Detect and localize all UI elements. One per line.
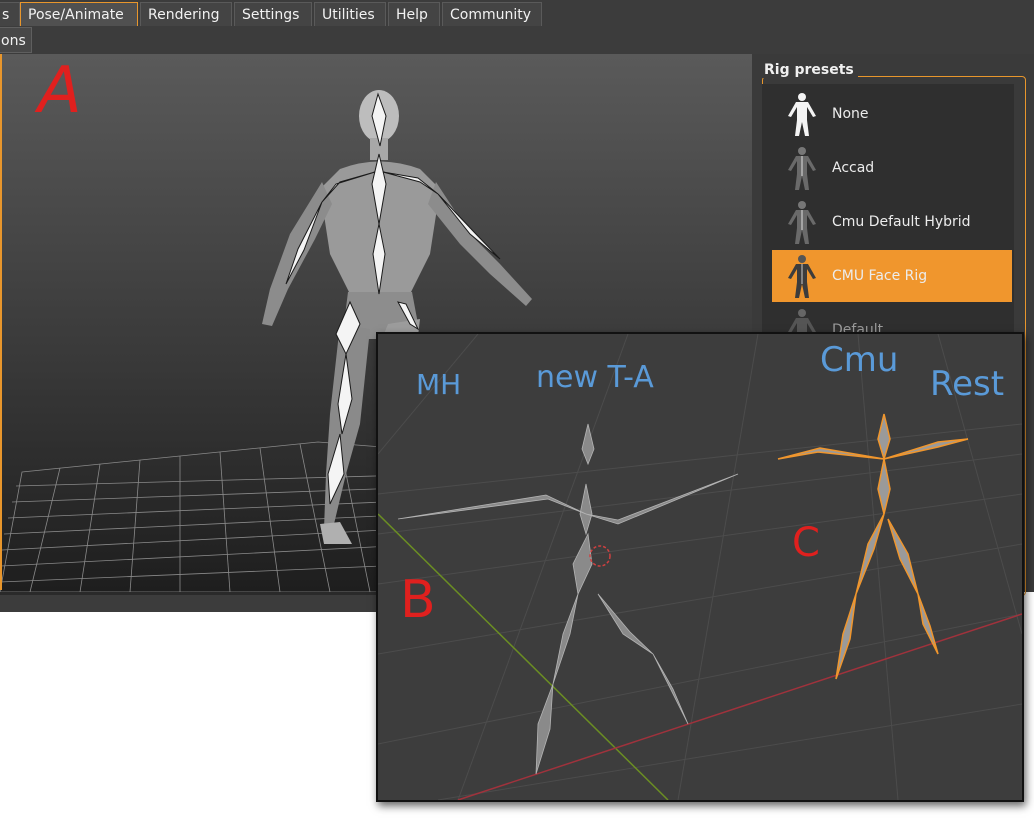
skeleton-figure-icon [788, 147, 816, 190]
blender-viewport[interactable]: MH new T-A Cmu Rest B C [376, 332, 1024, 802]
skeleton-figure-icon [788, 201, 816, 244]
status-bar [0, 592, 380, 612]
blender-scene [378, 334, 1022, 800]
preset-label: None [832, 106, 869, 122]
tab-partial[interactable]: s [0, 2, 20, 26]
3d-cursor-icon [589, 545, 611, 567]
blender-grid [378, 334, 1022, 800]
rig-preset-list: None Accad Cmu Default Hybrid CMU Face R… [762, 84, 1014, 364]
tab-pose-animate[interactable]: Pose/Animate [20, 2, 138, 26]
tab-utilities[interactable]: Utilities [314, 2, 386, 26]
grey-skeleton [397, 423, 739, 775]
annotation-a: A [38, 54, 82, 128]
preset-cmu-default-hybrid[interactable]: Cmu Default Hybrid [772, 196, 1012, 248]
skeleton-figure-icon [788, 255, 816, 298]
annotation-cmu: Cmu [820, 340, 899, 380]
preset-label: Accad [832, 160, 875, 176]
preset-label: CMU Face Rig [832, 268, 928, 284]
annotation-b: B [400, 570, 436, 630]
sub-tab-bar: ons [0, 26, 1034, 55]
annotation-rest: Rest [930, 364, 1005, 404]
menu-bar: s Pose/Animate Rendering Settings Utilit… [0, 0, 1034, 26]
annotation-new-ta: new T-A [536, 360, 654, 395]
preset-label: Cmu Default Hybrid [832, 214, 971, 230]
preset-cmu-face-rig[interactable]: CMU Face Rig [772, 250, 1012, 302]
sub-tab-options[interactable]: ons [0, 27, 32, 53]
tab-settings[interactable]: Settings [234, 2, 312, 26]
white-figure-icon [788, 93, 816, 136]
tab-help[interactable]: Help [388, 2, 440, 26]
annotation-c: C [792, 520, 820, 566]
preset-accad[interactable]: Accad [772, 142, 1012, 194]
tab-community[interactable]: Community [442, 2, 542, 26]
y-axis-line [378, 513, 669, 800]
tab-rendering[interactable]: Rendering [140, 2, 232, 26]
preset-none[interactable]: None [772, 88, 1012, 140]
x-axis-line [457, 613, 1022, 800]
annotation-mh: MH [416, 368, 462, 401]
rig-presets-title: Rig presets [760, 62, 858, 78]
viewport-a-edge [0, 54, 2, 590]
